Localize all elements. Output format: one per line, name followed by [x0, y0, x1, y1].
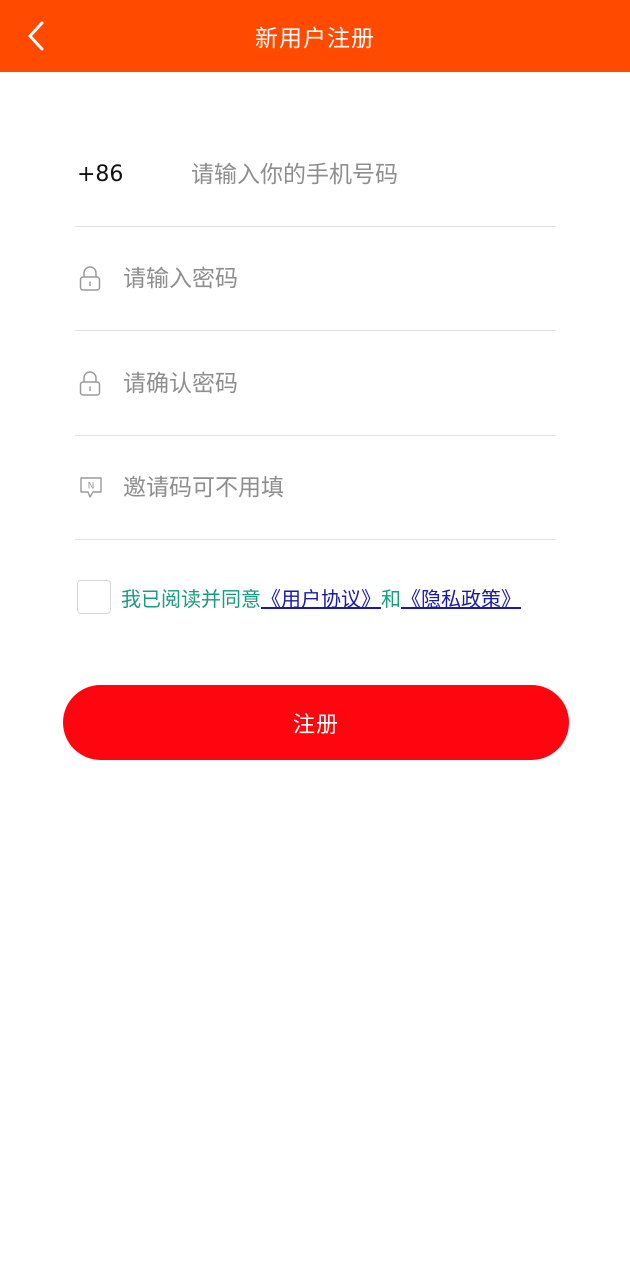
confirm-password-input[interactable]: [123, 370, 556, 397]
agreement-checkbox[interactable]: [77, 580, 111, 614]
app-header: 新用户注册: [0, 0, 630, 72]
agreement-text: 我已阅读并同意: [121, 586, 261, 611]
phone-input[interactable]: [191, 161, 556, 188]
svg-text:N: N: [88, 481, 95, 491]
page-title: 新用户注册: [255, 26, 375, 52]
confirm-password-row: [75, 332, 556, 436]
phone-row: +86: [75, 123, 556, 227]
country-code[interactable]: +86: [75, 162, 191, 187]
privacy-policy-link[interactable]: 《隐私政策》: [401, 583, 521, 612]
invite-code-input[interactable]: [123, 474, 556, 501]
agreement-conjunction: 和: [381, 586, 401, 611]
lock-icon: [75, 370, 123, 398]
user-agreement-link[interactable]: 《用户协议》: [261, 583, 381, 612]
register-button[interactable]: 注册: [63, 685, 569, 760]
back-button[interactable]: [14, 14, 58, 58]
password-row: [75, 227, 556, 331]
chevron-left-icon: [28, 21, 44, 51]
agreement-row: 我已阅读并同意 《用户协议》 和 《隐私政策》: [77, 580, 521, 614]
password-input[interactable]: [123, 265, 556, 292]
invite-code-row: N: [75, 436, 556, 540]
lock-icon: [75, 265, 123, 293]
chat-n-icon: N: [75, 474, 123, 502]
